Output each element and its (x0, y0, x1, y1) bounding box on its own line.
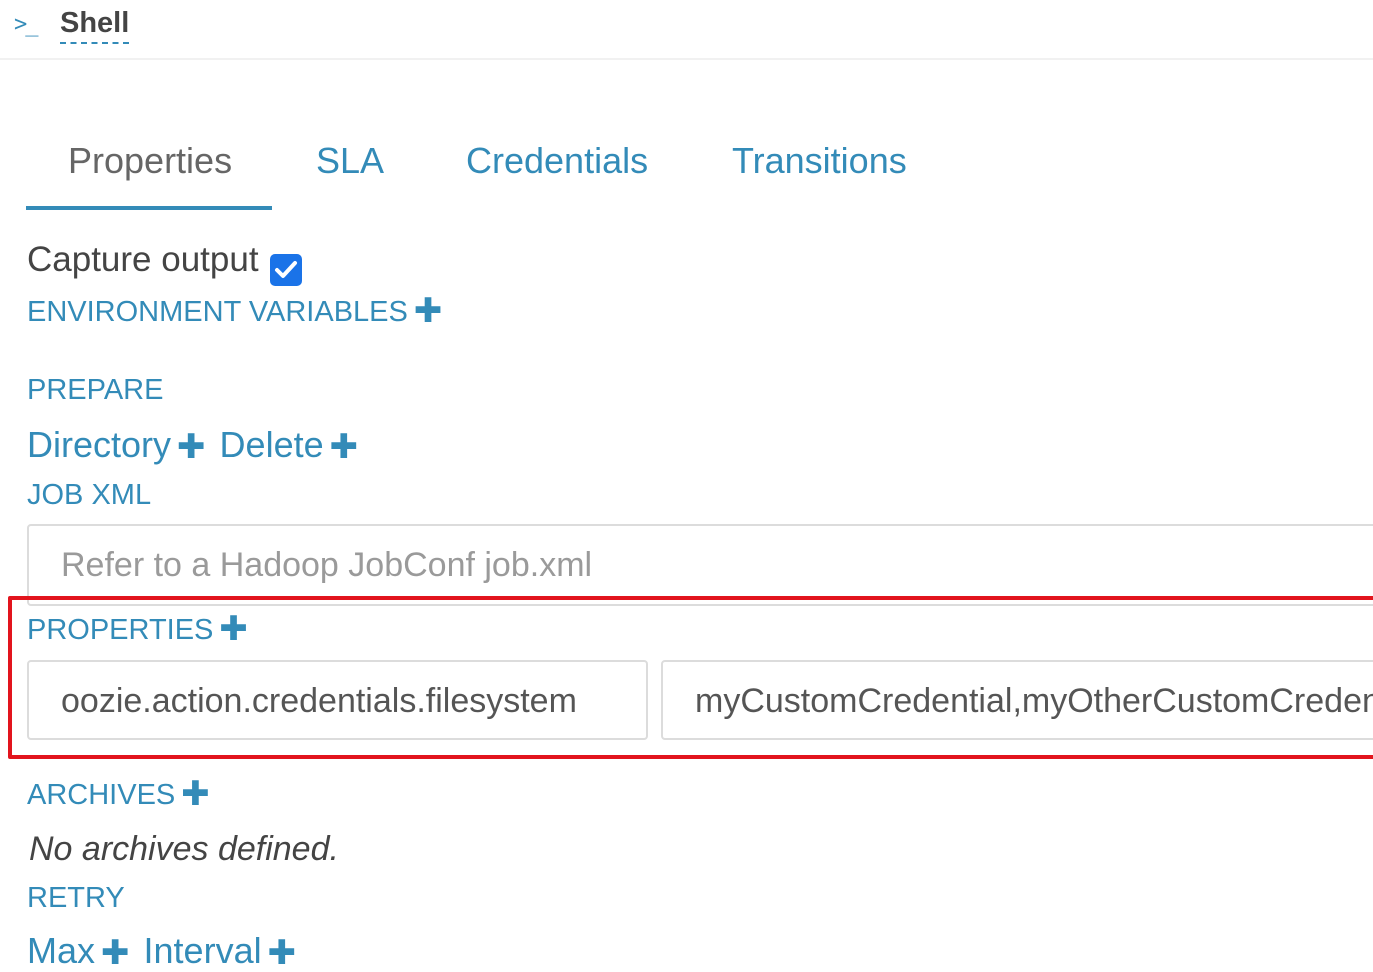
tab-bar: Properties SLA Credentials Transitions (26, 130, 1026, 212)
retry-max-link[interactable]: Max (27, 930, 95, 971)
add-interval-icon[interactable]: ✚ (268, 936, 297, 970)
terminal-icon: >_ (14, 12, 38, 37)
retry-label: RETRY (27, 882, 125, 914)
capture-output-label: Capture output (27, 240, 259, 279)
checkmark-icon (275, 261, 297, 278)
archives-section: ARCHIVES ✚ (27, 777, 210, 812)
properties-section: PROPERTIES ✚ (27, 612, 248, 647)
prepare-delete-link[interactable]: Delete (220, 424, 324, 465)
node-header: >_ Shell (0, 0, 1373, 60)
active-tab-indicator (26, 206, 272, 210)
add-directory-icon[interactable]: ✚ (177, 430, 206, 464)
env-vars-label[interactable]: ENVIRONMENT VARIABLES (27, 296, 408, 328)
add-property-icon[interactable]: ✚ (219, 612, 248, 646)
archives-label[interactable]: ARCHIVES (27, 779, 175, 811)
properties-label[interactable]: PROPERTIES (27, 614, 213, 646)
prepare-label: PREPARE (27, 374, 164, 406)
add-delete-icon[interactable]: ✚ (330, 430, 359, 464)
archives-empty-text: No archives defined. (29, 830, 339, 868)
retry-interval-link[interactable]: Interval (144, 930, 262, 971)
prepare-directory-link[interactable]: Directory (27, 424, 171, 465)
node-title[interactable]: Shell (60, 6, 130, 44)
property-value-input[interactable]: myCustomCredential,myOtherCustomCredenti… (661, 660, 1373, 740)
prepare-actions: Directory ✚ Delete ✚ (27, 424, 358, 466)
add-archive-icon[interactable]: ✚ (181, 777, 210, 811)
tab-sla[interactable]: SLA (316, 140, 384, 182)
tab-credentials[interactable]: Credentials (466, 140, 648, 182)
tab-transitions[interactable]: Transitions (732, 140, 907, 182)
env-vars-section: ENVIRONMENT VARIABLES ✚ (27, 294, 442, 329)
tab-properties[interactable]: Properties (68, 140, 232, 182)
retry-actions: Max ✚ Interval ✚ (27, 930, 296, 972)
property-key-input[interactable]: oozie.action.credentials.filesystem (27, 660, 648, 740)
job-xml-input[interactable]: Refer to a Hadoop JobConf job.xml (27, 524, 1373, 606)
job-xml-label: JOB XML (27, 479, 152, 511)
capture-output-checkbox[interactable] (270, 254, 302, 286)
add-env-var-icon[interactable]: ✚ (414, 294, 443, 328)
add-max-icon[interactable]: ✚ (101, 936, 130, 970)
